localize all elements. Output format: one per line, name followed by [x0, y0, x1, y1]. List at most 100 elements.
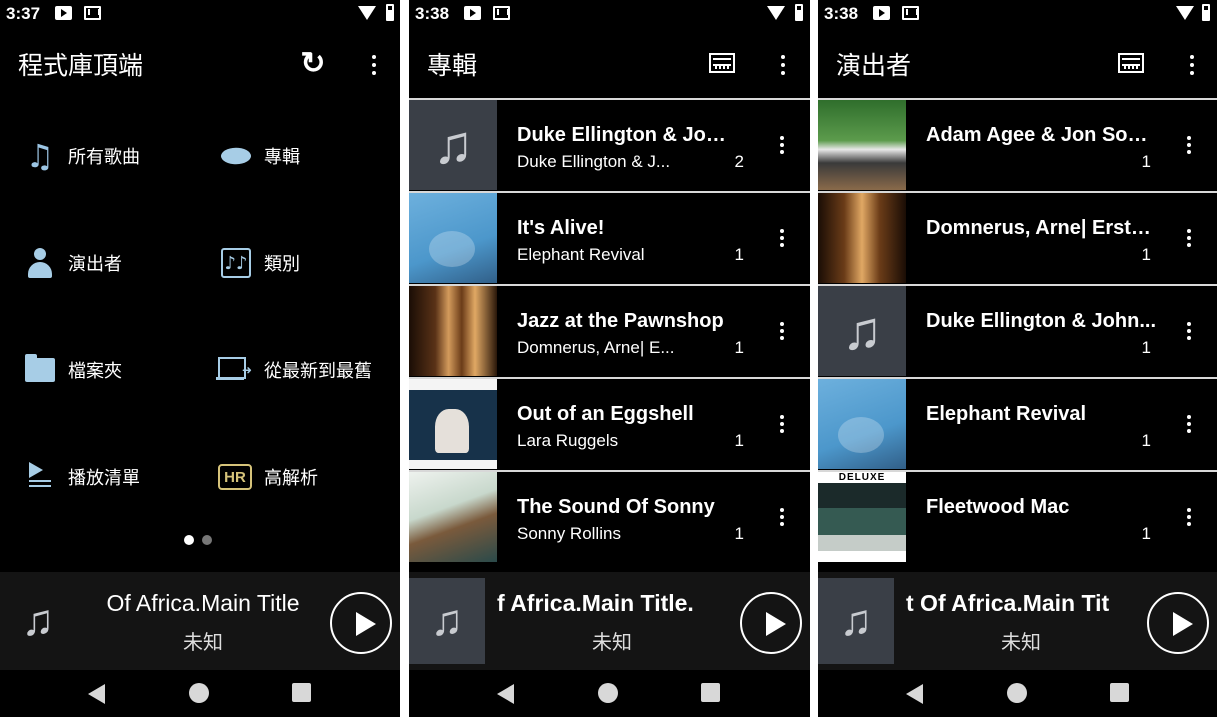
- album-count: 1: [1141, 431, 1151, 450]
- back-icon[interactable]: [88, 684, 105, 704]
- now-playing-art: ♫: [0, 578, 76, 664]
- more-vert-icon: [1190, 55, 1194, 75]
- menu-playlists[interactable]: 播放清單: [24, 461, 140, 493]
- now-playing-bar[interactable]: ♫ f Africa.Main Title. 未知: [409, 572, 810, 670]
- more-vert-icon[interactable]: [1187, 229, 1191, 247]
- now-playing-title: t Of Africa.Main Tit: [906, 590, 1110, 616]
- list-item[interactable]: ♫ Duke Ellington & John... 1: [818, 284, 1217, 376]
- music-note-icon: ♫: [430, 596, 464, 645]
- menu-label: 類別: [264, 254, 300, 275]
- recents-icon[interactable]: [1110, 683, 1129, 702]
- list-item[interactable]: DELUXE Fleetwood Mac 1: [818, 470, 1217, 562]
- more-vert-icon[interactable]: [1187, 322, 1191, 340]
- menu-folders[interactable]: 檔案夾: [24, 354, 122, 386]
- list-item[interactable]: The Sound Of Sonny Sonny Rollins 1: [409, 470, 810, 562]
- library-top-screen: 3:37 程式庫頂端 ↻ ♫ 所有歌曲 專輯 演出者 ♪♪ 類別 檔案夾 ➜ 從…: [0, 0, 400, 717]
- menu-hi-res[interactable]: HR 高解析: [218, 461, 318, 493]
- menu-label: 所有歌曲: [68, 147, 140, 168]
- menu-artists[interactable]: 演出者: [24, 247, 122, 279]
- system-nav-bar: [818, 671, 1217, 717]
- page-dot[interactable]: [202, 535, 212, 545]
- disc-icon: [215, 140, 257, 172]
- overflow-menu-button[interactable]: [359, 50, 389, 80]
- genre-icon: ♪♪: [220, 247, 252, 279]
- menu-genres[interactable]: ♪♪ 類別: [220, 247, 300, 279]
- status-time: 3:38: [824, 4, 859, 23]
- album-art: [409, 472, 497, 562]
- menu-albums[interactable]: 專輯: [215, 140, 300, 172]
- artists-screen: 3:38 演出者 Adam Agee & Jon Sousa 1 Domneru…: [818, 0, 1217, 717]
- menu-label: 高解析: [264, 468, 318, 489]
- recents-icon[interactable]: [701, 683, 720, 702]
- music-note-icon: ♫: [432, 115, 474, 175]
- youtube-notification-icon: [464, 6, 481, 20]
- artist-art: [818, 100, 906, 190]
- newest-first-icon: ➜: [216, 354, 252, 386]
- list-item[interactable]: Jazz at the Pawnshop Domnerus, Arne| E..…: [409, 284, 810, 376]
- more-vert-icon[interactable]: [780, 322, 784, 340]
- menu-newest-first[interactable]: ➜ 從最新到最舊: [216, 354, 372, 386]
- more-vert-icon[interactable]: [780, 136, 784, 154]
- refresh-icon: ↻: [300, 46, 326, 80]
- page-indicator: [184, 535, 212, 545]
- list-item[interactable]: Out of an Eggshell Lara Ruggels 1: [409, 377, 810, 469]
- now-playing-bar[interactable]: ♫ t Of Africa.Main Tit 未知: [818, 572, 1217, 670]
- list-item[interactable]: It's Alive! Elephant Revival 1: [409, 191, 810, 283]
- page-dot-active[interactable]: [184, 535, 194, 545]
- more-vert-icon: [781, 55, 785, 75]
- overflow-menu-button[interactable]: [1177, 50, 1207, 80]
- more-vert-icon[interactable]: [780, 229, 784, 247]
- recents-icon[interactable]: [292, 683, 311, 702]
- hr-icon: HR: [218, 461, 252, 493]
- view-mode-button[interactable]: [707, 48, 737, 78]
- overflow-menu-button[interactable]: [768, 50, 798, 80]
- list-item[interactable]: Domnerus, Arne| Erstra... 1: [818, 191, 1217, 283]
- menu-label: 播放清單: [68, 468, 140, 489]
- track-count: 2: [734, 152, 744, 171]
- grid-view-icon: [1118, 53, 1144, 73]
- track-count: 1: [734, 338, 744, 357]
- more-vert-icon[interactable]: [780, 415, 784, 433]
- artist-art: [818, 379, 906, 469]
- artist-name: Fleetwood Mac: [926, 496, 1070, 518]
- album-count: 1: [1141, 524, 1151, 543]
- back-icon[interactable]: [906, 684, 923, 704]
- album-artist: Elephant Revival: [517, 245, 645, 264]
- page-title: 專輯: [427, 51, 478, 80]
- play-button[interactable]: [330, 592, 392, 654]
- home-icon[interactable]: [598, 683, 618, 703]
- list-item[interactable]: Adam Agee & Jon Sousa 1: [818, 98, 1217, 190]
- track-count: 1: [734, 524, 744, 543]
- mail-notification-icon: [493, 6, 510, 20]
- menu-label: 從最新到最舊: [264, 361, 372, 382]
- battery-icon: [795, 4, 803, 21]
- back-icon[interactable]: [497, 684, 514, 704]
- list-item[interactable]: Elephant Revival 1: [818, 377, 1217, 469]
- home-icon[interactable]: [1007, 683, 1027, 703]
- more-vert-icon[interactable]: [780, 508, 784, 526]
- album-count: 1: [1141, 245, 1151, 264]
- more-vert-icon[interactable]: [1187, 415, 1191, 433]
- menu-all-songs[interactable]: ♫ 所有歌曲: [24, 140, 140, 172]
- artist-name: Adam Agee & Jon Sousa: [926, 124, 1156, 146]
- artist-name: Elephant Revival: [926, 403, 1087, 425]
- wifi-icon: [358, 6, 376, 20]
- album-artist: Domnerus, Arne| E...: [517, 338, 675, 357]
- status-bar: 3:38: [409, 0, 810, 28]
- home-icon[interactable]: [189, 683, 209, 703]
- album-title: It's Alive!: [517, 217, 605, 239]
- refresh-button[interactable]: ↻: [298, 46, 328, 80]
- page-title: 程式庫頂端: [18, 51, 144, 80]
- view-mode-button[interactable]: [1116, 48, 1146, 78]
- album-count: 1: [1141, 152, 1151, 171]
- artist-art: ♫: [818, 286, 906, 376]
- album-title: Duke Ellington & John...: [517, 124, 735, 146]
- play-button[interactable]: [1147, 592, 1209, 654]
- play-button[interactable]: [740, 592, 802, 654]
- list-item[interactable]: ♫ Duke Ellington & John... Duke Ellingto…: [409, 98, 810, 190]
- more-vert-icon[interactable]: [1187, 136, 1191, 154]
- album-artist: Duke Ellington & J...: [517, 152, 671, 171]
- more-vert-icon[interactable]: [1187, 508, 1191, 526]
- now-playing-bar[interactable]: ♫ Of Africa.Main Title 未知: [0, 572, 400, 670]
- album-artist: Sonny Rollins: [517, 524, 621, 543]
